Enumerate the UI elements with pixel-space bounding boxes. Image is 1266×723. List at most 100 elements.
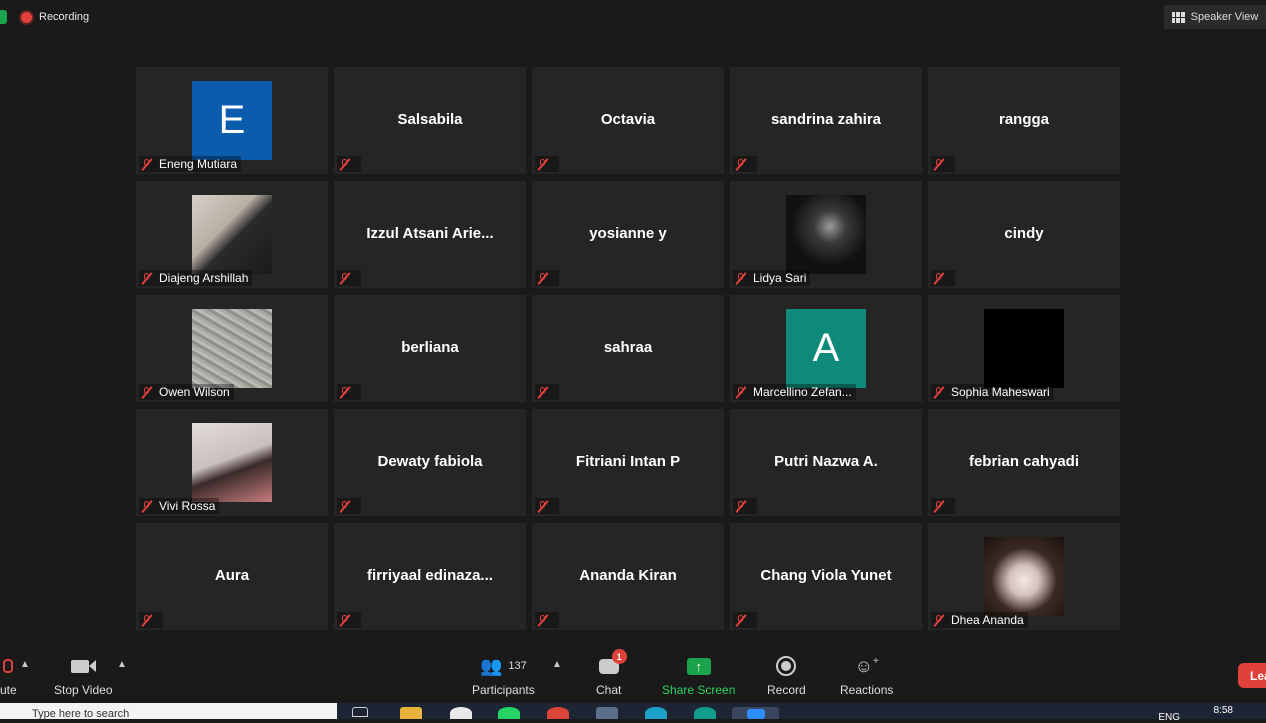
participant-tile[interactable]: A Marcellino Zefan...: [730, 295, 922, 402]
mic-muted-icon: [3, 659, 14, 673]
stop-video-label: Stop Video: [54, 683, 113, 697]
participant-tile[interactable]: febrian cahyadi: [928, 409, 1120, 516]
video-options-caret-icon[interactable]: ▲: [117, 659, 127, 670]
participant-name-center: Dewaty fabiola: [377, 453, 483, 470]
participant-tile[interactable]: Vivi Rossa: [136, 409, 328, 516]
participant-footer: [535, 612, 559, 628]
participant-gallery: E Eneng Mutiara Salsabila Octavia sandrina z…: [136, 67, 1120, 630]
speaker-view-button[interactable]: Speaker View: [1164, 5, 1266, 29]
participant-tile[interactable]: rangga: [928, 67, 1120, 174]
mic-muted-icon: [735, 386, 747, 398]
participant-name-center: Fitriani Intan P: [575, 453, 681, 470]
participant-tile[interactable]: Dewaty fabiola: [334, 409, 526, 516]
participant-tile[interactable]: Owen Wilson: [136, 295, 328, 402]
windows-taskbar: Type here to search ENG 8:58: [0, 703, 1266, 723]
app-icon[interactable]: [694, 707, 716, 719]
recording-indicator[interactable]: Recording: [0, 6, 89, 28]
taskbar-search-input[interactable]: Type here to search: [0, 703, 337, 719]
participant-tile[interactable]: Aura: [136, 523, 328, 630]
paint-icon[interactable]: [450, 707, 472, 719]
participant-name-label: Owen Wilson: [159, 385, 230, 399]
participant-footer: [535, 156, 559, 172]
participant-footer: [931, 156, 955, 172]
unmute-button[interactable]: ute: [0, 653, 17, 697]
mic-muted-icon: [141, 500, 153, 512]
mic-muted-icon: [537, 158, 549, 170]
participant-footer: [535, 384, 559, 400]
participant-name-center: Octavia: [600, 111, 656, 128]
participant-name-center: sahraa: [603, 339, 653, 356]
participant-name-center: Ananda Kiran: [579, 567, 677, 584]
audio-options-caret-icon[interactable]: ▲: [20, 659, 30, 670]
participant-tile[interactable]: Sophia Maheswari: [928, 295, 1120, 402]
mic-muted-icon: [339, 272, 351, 284]
reactions-button[interactable]: ☺ + Reactions: [840, 653, 893, 698]
mic-muted-icon: [339, 500, 351, 512]
participant-tile[interactable]: Salsabila: [334, 67, 526, 174]
participant-tile[interactable]: sandrina zahira: [730, 67, 922, 174]
task-view-icon[interactable]: [352, 707, 368, 717]
participant-name-center: cindy: [1004, 225, 1044, 242]
calculator-icon[interactable]: [596, 707, 618, 719]
participant-tile[interactable]: Lidya Sari: [730, 181, 922, 288]
speaker-view-label: Speaker View: [1190, 11, 1259, 23]
participants-options-caret-icon[interactable]: ▲: [552, 659, 562, 670]
mic-muted-icon: [141, 614, 153, 626]
participant-name-label: Sophia Maheswari: [951, 385, 1050, 399]
mic-muted-icon: [141, 158, 153, 170]
participant-tile[interactable]: Putri Nazwa A.: [730, 409, 922, 516]
participant-photo: [786, 195, 866, 274]
participant-name-center: febrian cahyadi: [968, 453, 1080, 470]
language-indicator[interactable]: ENG: [1158, 712, 1180, 723]
participant-footer: [337, 270, 361, 286]
participant-name-label: Dhea Ananda: [951, 613, 1024, 627]
participant-tile[interactable]: firriyaal edinaza...: [334, 523, 526, 630]
participant-tile[interactable]: sahraa: [532, 295, 724, 402]
mic-muted-icon: [537, 500, 549, 512]
mic-muted-icon: [339, 614, 351, 626]
leave-button[interactable]: Lea: [1238, 663, 1266, 688]
mic-muted-icon: [933, 272, 945, 284]
file-explorer-icon[interactable]: [400, 707, 422, 719]
share-screen-button[interactable]: ↑ Share Screen: [662, 653, 735, 697]
participant-footer: Diajeng Arshillah: [139, 270, 253, 286]
clock-time[interactable]: 8:58: [1214, 705, 1233, 716]
participant-name-center: Chang Viola Yunet: [760, 567, 892, 584]
participant-tile[interactable]: cindy: [928, 181, 1120, 288]
chrome-icon[interactable]: [547, 707, 569, 719]
participant-tile[interactable]: E Eneng Mutiara: [136, 67, 328, 174]
participant-photo: [984, 309, 1064, 388]
avatar: A: [786, 309, 866, 388]
share-screen-icon: ↑: [686, 653, 711, 679]
participant-tile[interactable]: yosianne y: [532, 181, 724, 288]
mic-muted-icon: [735, 272, 747, 284]
participant-tile[interactable]: Izzul Atsani Arie...: [334, 181, 526, 288]
participants-button[interactable]: 👥 137 Participants: [472, 653, 535, 698]
participant-name-center: Aura: [214, 567, 250, 584]
whatsapp-icon[interactable]: [498, 707, 520, 719]
participants-count: 137: [508, 660, 527, 672]
mic-muted-icon: [339, 386, 351, 398]
edge-icon[interactable]: [645, 707, 667, 719]
share-screen-label: Share Screen: [662, 683, 736, 697]
mic-muted-icon: [735, 500, 747, 512]
participant-name-center: Putri Nazwa A.: [774, 453, 878, 470]
participant-tile[interactable]: Diajeng Arshillah: [136, 181, 328, 288]
participant-tile[interactable]: berliana: [334, 295, 526, 402]
participant-tile[interactable]: Dhea Ananda: [928, 523, 1120, 630]
participant-tile[interactable]: Octavia: [532, 67, 724, 174]
mic-muted-icon: [141, 386, 153, 398]
zoom-taskbar-icon[interactable]: [732, 707, 779, 719]
recording-label: Recording: [39, 11, 90, 23]
stop-video-button[interactable]: Stop Video: [54, 653, 113, 697]
mic-muted-icon: [933, 158, 945, 170]
participant-tile[interactable]: Fitriani Intan P: [532, 409, 724, 516]
participant-tile[interactable]: Ananda Kiran: [532, 523, 724, 630]
chat-button[interactable]: 1 Chat: [596, 649, 627, 697]
participant-photo: [192, 195, 272, 274]
record-button[interactable]: Record: [767, 653, 806, 697]
participant-name-center: firriyaal edinaza...: [367, 567, 493, 584]
participant-photo: [984, 537, 1064, 616]
participant-tile[interactable]: Chang Viola Yunet: [730, 523, 922, 630]
participant-name-center: berliana: [401, 339, 459, 356]
